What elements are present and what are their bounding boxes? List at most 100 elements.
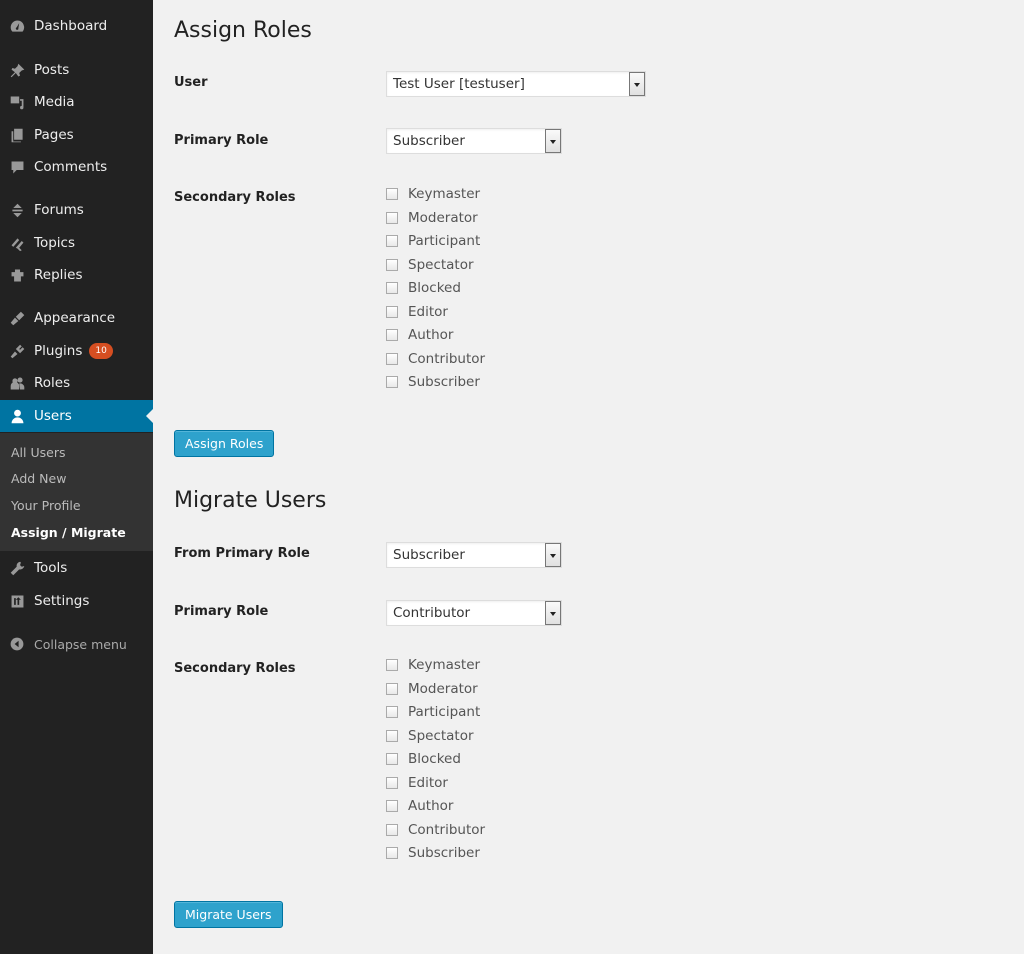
menu-label: Tools [34,560,68,576]
role-checkbox-row[interactable]: Moderator [386,208,478,228]
role-checkbox[interactable] [386,188,398,200]
role-checkbox[interactable] [386,706,398,718]
role-checkbox-row[interactable]: Keymaster [386,655,480,675]
role-checkbox[interactable] [386,682,398,695]
role-checkbox-row[interactable]: Subscriber [386,843,480,863]
menu-label: Forums [34,202,84,218]
media-icon [0,94,34,111]
role-checkbox[interactable] [386,800,398,812]
menu-label: Pages [34,127,74,143]
brush-icon [0,310,34,327]
submenu-assign-migrate[interactable]: Assign / Migrate [11,525,126,540]
role-checkbox-row[interactable]: Spectator [386,726,474,746]
collapse-menu-button[interactable]: Collapse menu [0,632,127,656]
role-checkbox-row[interactable]: Contributor [386,349,485,369]
role-checkbox[interactable] [386,659,398,671]
menu-media[interactable]: Media [0,86,153,118]
submenu-your-profile[interactable]: Your Profile [11,498,81,513]
role-checkbox-label: Keymaster [408,186,481,202]
menu-tools[interactable]: Tools [0,552,153,584]
menu-comments[interactable]: Comments [0,151,153,183]
migrate-secondary-roles-label: Secondary Roles [174,661,296,676]
role-checkbox[interactable] [386,376,398,388]
role-checkbox[interactable] [386,282,398,294]
role-checkbox[interactable] [386,258,398,271]
assign-roles-title: Assign Roles [174,18,312,43]
menu-label: Users [34,408,72,424]
role-checkbox-label: Contributor [408,821,486,838]
user-select[interactable]: Test User [testuser] [386,71,646,97]
primary-role-label: Primary Role [174,133,269,148]
role-checkbox[interactable] [386,305,398,318]
role-checkbox-row[interactable]: Participant [386,231,480,251]
wrench-icon [0,560,34,577]
role-checkbox-row[interactable]: Blocked [386,278,461,298]
from-primary-role-select[interactable]: Subscriber [386,542,562,568]
menu-pages[interactable]: Pages [0,119,153,151]
role-checkbox-row[interactable]: Keymaster [386,184,480,204]
role-checkbox-row[interactable]: Author [386,325,453,345]
menu-label: Plugins [34,343,83,359]
menu-label: Comments [34,159,108,175]
migrate-primary-role-label: Primary Role [174,604,269,619]
menu-dashboard[interactable]: Dashboard [0,10,153,42]
settings-icon [0,593,34,610]
menu-posts[interactable]: Posts [0,54,153,86]
role-checkbox-label: Editor [408,774,448,791]
assign-roles-button[interactable]: Assign Roles [174,430,275,457]
user-label: User [174,75,208,90]
pin-icon [0,62,34,79]
role-checkbox[interactable] [386,776,398,789]
role-checkbox-label: Spectator [408,727,474,744]
submenu-all-users[interactable]: All Users [11,445,65,460]
role-checkbox[interactable] [386,847,398,859]
topics-icon [0,235,34,252]
menu-forums[interactable]: Forums [0,194,153,226]
role-checkbox[interactable] [386,753,398,765]
role-checkbox-label: Spectator [408,256,474,273]
role-checkbox-row[interactable]: Spectator [386,255,474,275]
submenu-add-new[interactable]: Add New [11,471,66,486]
user-select-value: Test User [testuser] [393,76,525,92]
primary-role-value: Subscriber [393,133,465,149]
role-checkbox[interactable] [386,729,398,742]
role-checkbox-row[interactable]: Contributor [386,820,485,840]
from-primary-role-label: From Primary Role [174,546,310,561]
role-checkbox[interactable] [386,823,398,836]
role-checkbox-row[interactable]: Editor [386,302,448,322]
users-submenu: All Users Add New Your Profile Assign / … [0,433,153,551]
migrate-primary-role-value: Contributor [393,605,471,621]
role-checkbox[interactable] [386,352,398,365]
role-checkbox-label: Keymaster [408,657,481,673]
pages-icon [0,127,34,144]
menu-label: Roles [34,375,71,391]
menu-label: Settings [34,593,90,609]
role-checkbox-row[interactable]: Moderator [386,679,478,699]
role-checkbox-label: Participant [408,233,481,249]
migrate-users-button[interactable]: Migrate Users [174,901,283,928]
menu-users[interactable]: Users [0,400,153,432]
menu-replies[interactable]: Replies [0,259,153,291]
role-checkbox-row[interactable]: Blocked [386,749,461,769]
role-checkbox-row[interactable]: Author [386,796,453,816]
dashboard-icon [0,18,34,35]
plugin-icon [0,343,34,360]
role-checkbox-label: Author [408,327,454,343]
menu-plugins[interactable]: Plugins 10 [0,335,153,367]
role-checkbox[interactable] [386,329,398,341]
role-checkbox-row[interactable]: Editor [386,773,448,793]
menu-roles[interactable]: Roles [0,367,153,399]
migrate-primary-role-select[interactable]: Contributor [386,600,562,626]
menu-topics[interactable]: Topics [0,227,153,259]
update-count-badge: 10 [89,343,113,359]
primary-role-select[interactable]: Subscriber [386,128,562,154]
role-checkbox[interactable] [386,211,398,224]
secondary-roles-label: Secondary Roles [174,190,296,205]
role-checkbox[interactable] [386,235,398,247]
menu-settings[interactable]: Settings [0,585,153,617]
role-checkbox-row[interactable]: Subscriber [386,372,480,392]
role-checkbox-label: Participant [408,704,481,720]
replies-icon [0,267,34,284]
menu-appearance[interactable]: Appearance [0,302,153,334]
role-checkbox-row[interactable]: Participant [386,702,480,722]
